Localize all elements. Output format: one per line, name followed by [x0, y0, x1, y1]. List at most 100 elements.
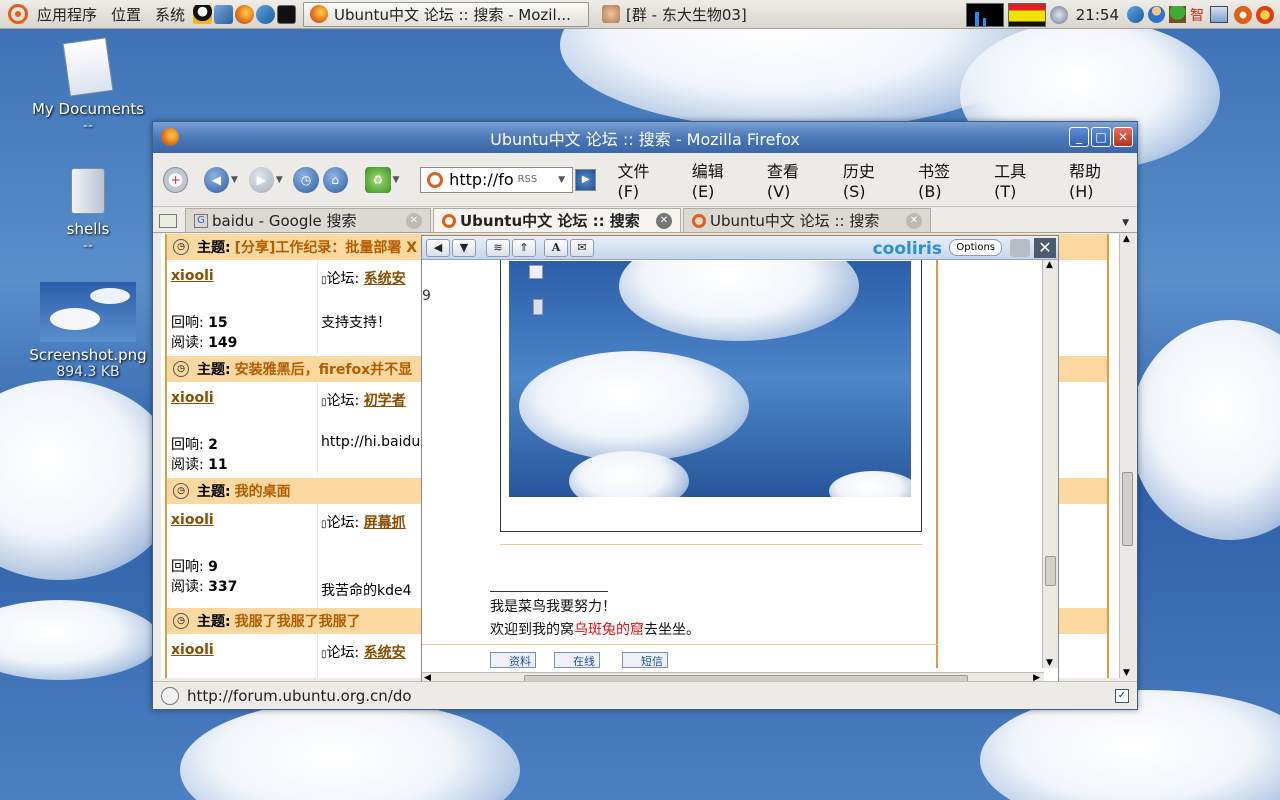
ubuntu-logo-icon[interactable] [8, 4, 28, 24]
profile-button[interactable]: 资料 [490, 652, 536, 668]
desktop-icon-shells[interactable]: shells -- [28, 168, 148, 254]
volume-icon[interactable] [1049, 5, 1068, 24]
topic-link[interactable]: [分享]工作纪录：批量部署 X [235, 237, 417, 257]
blog-link[interactable]: 乌斑兔的窟 [574, 622, 644, 638]
desktop-icon-label: My Documents [31, 100, 145, 118]
scroll-thumb[interactable] [1045, 556, 1056, 586]
signature-text: 我是菜鸟我要努力！ [490, 599, 616, 615]
menu-help[interactable]: 帮助 (H) [1060, 158, 1137, 201]
cpu-monitor[interactable] [965, 2, 1004, 27]
forward-history-icon[interactable]: ▼ [276, 175, 286, 185]
message-button[interactable]: 短信 [622, 652, 668, 668]
desktop-icon-label: shells [66, 220, 110, 238]
back-history-icon[interactable]: ▼ [231, 175, 241, 185]
scroll-up-icon[interactable]: ▲ [1123, 234, 1130, 244]
forum-link[interactable]: 屏幕抓 [364, 515, 406, 531]
close-icon[interactable]: ✕ [1113, 127, 1133, 147]
menu-edit[interactable]: 编辑 (E) [683, 158, 758, 201]
tab-ubuntu-forum-active[interactable]: Ubuntu中文 论坛 :: 搜索 ✕ [433, 208, 681, 232]
scroll-down-icon[interactable]: ▼ [1046, 658, 1053, 668]
topic-icon: ◷ [173, 613, 189, 629]
back-icon[interactable]: ◀ [203, 166, 229, 193]
chat-launcher-icon[interactable] [256, 4, 276, 24]
author-link[interactable]: xiooli [171, 642, 214, 658]
forward-icon[interactable]: ▶ [248, 166, 274, 193]
topic-icon: ◷ [173, 239, 189, 255]
forum-link[interactable]: 系统安 [364, 271, 406, 287]
update-notifier-icon[interactable] [1234, 5, 1252, 24]
tab-close-icon[interactable]: ✕ [656, 212, 672, 229]
tab-close-icon[interactable]: ✕ [906, 212, 922, 229]
topic-link[interactable]: 安装雅黑后，firefox并不显 [235, 359, 413, 379]
scroll-down-icon[interactable]: ▼ [1123, 668, 1130, 678]
next-icon[interactable]: ▼ [452, 238, 476, 257]
maximize-icon[interactable]: □ [1091, 127, 1111, 147]
online-button[interactable]: 在线 [554, 652, 600, 668]
tab-ubuntu-forum[interactable]: Ubuntu中文 论坛 :: 搜索 ✕ [683, 208, 931, 232]
minimize-icon[interactable]: _ [1069, 127, 1089, 147]
power-icon[interactable] [1256, 5, 1274, 24]
font-icon[interactable]: A [544, 238, 568, 257]
menu-system[interactable]: 系统 [148, 0, 192, 29]
task-chat-group[interactable]: [群 - 东大生物03] [595, 2, 754, 27]
tab-label: Ubuntu中文 论坛 :: 搜索 [710, 212, 880, 230]
qq-penguin-icon[interactable] [193, 4, 213, 24]
close-icon[interactable]: ✕ [1034, 238, 1056, 258]
email-icon[interactable]: ✉ [570, 238, 594, 257]
tray-tree-icon[interactable] [1169, 6, 1186, 23]
tab-list-icon[interactable] [159, 214, 177, 228]
forum-link[interactable]: 系统安 [364, 645, 406, 661]
url-bar[interactable]: http://fo RSS ▼ [420, 166, 574, 193]
checkbox-icon[interactable]: ✓ [1115, 688, 1129, 703]
history-clock-icon[interactable]: ◷ [293, 166, 319, 193]
network-tool-icon[interactable] [214, 4, 234, 24]
network-icon[interactable] [1210, 6, 1228, 23]
read-label: 阅读: [171, 579, 204, 595]
forum-link[interactable]: 初学者 [364, 393, 406, 409]
go-icon[interactable]: ▶ [575, 168, 597, 191]
desktop-icon-my-documents[interactable]: My Documents -- [28, 37, 148, 134]
new-tab-icon[interactable]: + [163, 166, 189, 193]
layers-icon[interactable]: ≋ [486, 238, 510, 257]
tab-overflow-icon[interactable]: ▼ [1122, 218, 1129, 228]
recycle-icon[interactable]: ♻ [365, 166, 391, 193]
preview-vscroll[interactable]: ▲ ▼ [1042, 260, 1058, 668]
topic-link[interactable]: 我的桌面 [235, 481, 291, 501]
desktop-icon-screenshot[interactable]: Screenshot.png 894.3 KB [28, 282, 148, 380]
window-titlebar[interactable]: Ubuntu中文 论坛 :: 搜索 - Mozilla Firefox _ □ … [153, 122, 1137, 153]
scroll-up-icon[interactable]: ▲ [1046, 260, 1053, 270]
home-icon[interactable]: ⌂ [322, 166, 348, 193]
menu-places[interactable]: 位置 [104, 0, 148, 29]
scroll-thumb[interactable] [1122, 472, 1133, 546]
rss-icon[interactable]: RSS [518, 174, 538, 185]
options-button[interactable]: Options [949, 239, 1002, 256]
author-link[interactable]: xiooli [171, 268, 214, 284]
forum-info: ▯论坛: 系统安 [321, 268, 406, 288]
tray-person-icon[interactable] [1148, 6, 1165, 23]
terminal-icon[interactable] [277, 4, 297, 24]
menu-bookmarks[interactable]: 书签 (B) [909, 158, 985, 201]
task-firefox[interactable]: Ubuntu中文 论坛 :: 搜索 - Mozil... [303, 1, 590, 27]
prev-icon[interactable]: ◀ [426, 238, 450, 257]
input-method-icon[interactable]: 智 [1190, 5, 1204, 25]
memory-monitor[interactable] [1007, 2, 1046, 27]
url-dropdown-icon[interactable]: ▼ [558, 175, 572, 185]
recycle-menu-icon[interactable]: ▼ [393, 175, 403, 185]
topic-prefix: 主题: [197, 614, 231, 630]
menu-view[interactable]: 查看 (V) [758, 158, 834, 201]
tab-baidu-google[interactable]: G baidu - Google 搜索 ✕ [185, 208, 431, 232]
upload-icon[interactable]: ⇑ [512, 238, 536, 257]
clock[interactable]: 21:54 [1068, 6, 1127, 24]
tab-close-icon[interactable]: ✕ [406, 212, 422, 229]
menu-file[interactable]: 文件 (F) [608, 158, 682, 201]
tray-app-icon[interactable] [1127, 6, 1144, 23]
author-link[interactable]: xiooli [171, 512, 214, 528]
page-scrollbar[interactable]: ▲ ▼ [1119, 234, 1135, 678]
lock-icon[interactable] [1010, 239, 1030, 257]
author-link[interactable]: xiooli [171, 390, 214, 406]
menu-applications[interactable]: 应用程序 [30, 0, 104, 29]
topic-link[interactable]: 我服了我服了我服了 [235, 611, 361, 631]
firefox-launcher-icon[interactable] [235, 4, 255, 24]
menu-tools[interactable]: 工具 (T) [985, 158, 1060, 201]
menu-history[interactable]: 历史 (S) [834, 158, 909, 201]
